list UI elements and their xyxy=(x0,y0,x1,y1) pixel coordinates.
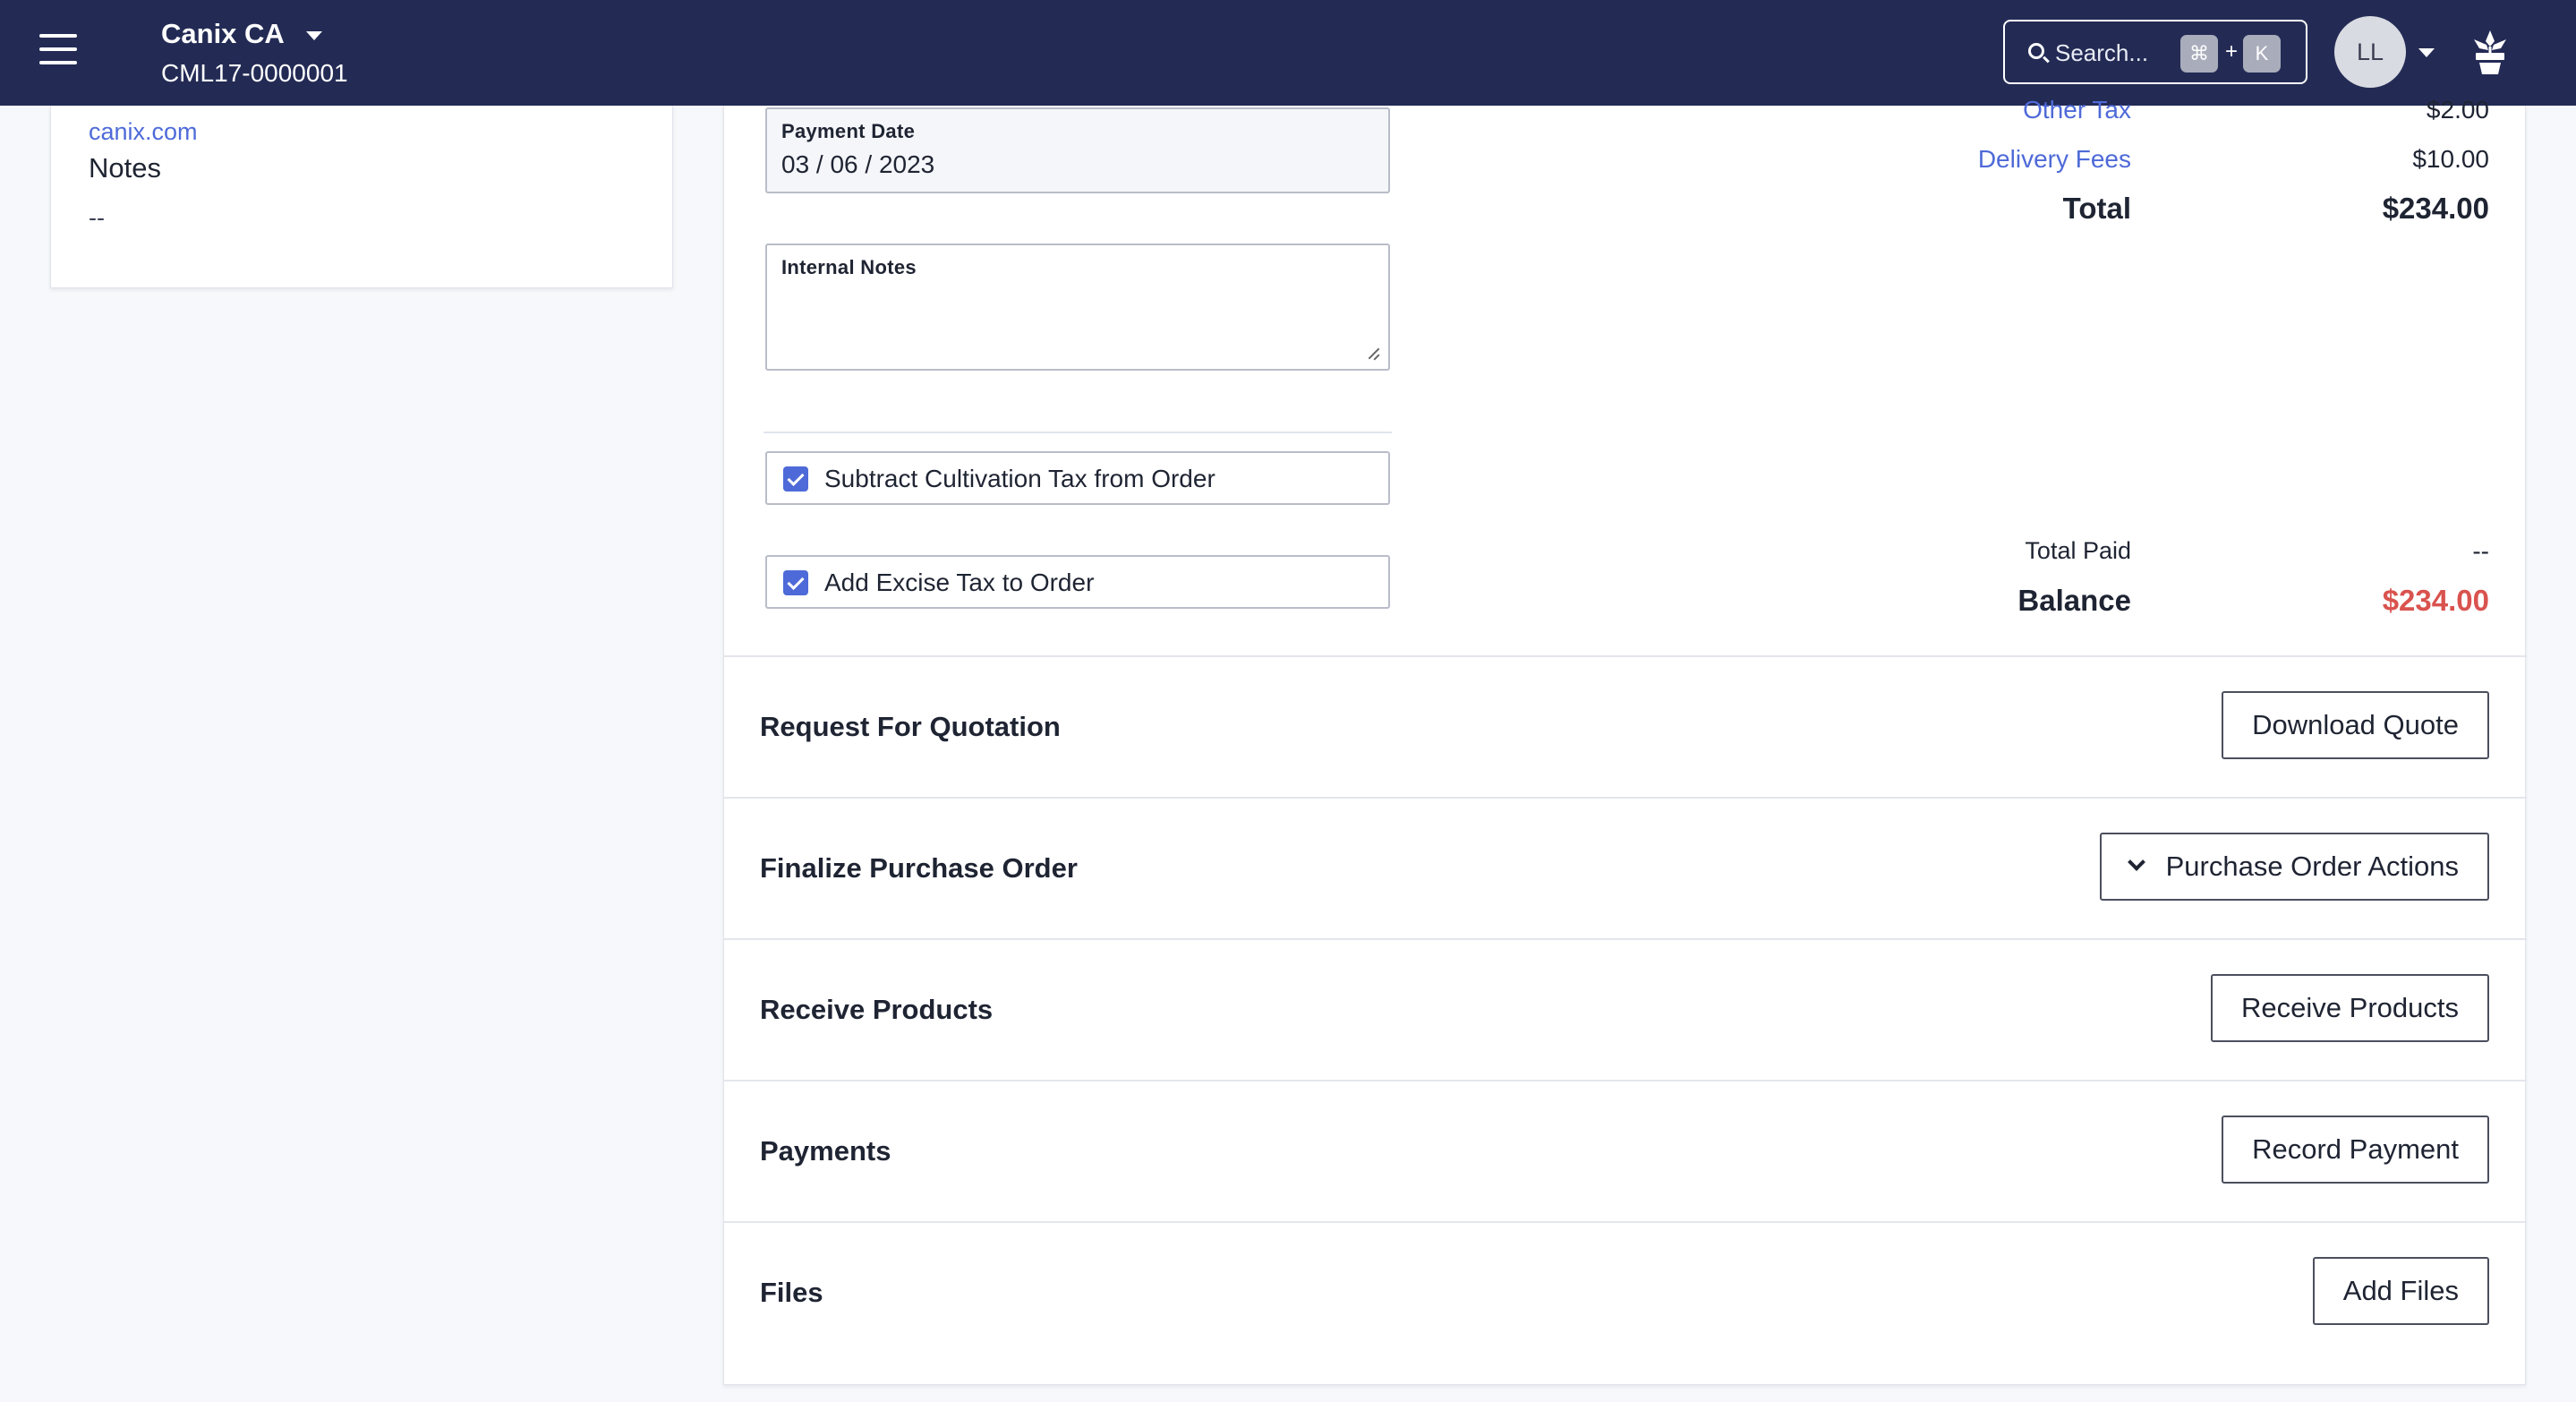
internal-notes-label: Internal Notes xyxy=(781,256,917,278)
hamburger-menu-icon[interactable] xyxy=(39,34,77,64)
payment-date-value[interactable]: 03 / 06 / 2023 xyxy=(781,150,934,179)
search-icon xyxy=(2028,43,2044,59)
receive-products-button[interactable]: Receive Products xyxy=(2211,974,2489,1042)
total-paid-label: Total Paid xyxy=(2025,537,2131,564)
organization-license-id: CML17-0000001 xyxy=(161,59,348,87)
user-avatar[interactable]: LL xyxy=(2334,16,2406,88)
files-title: Files xyxy=(760,1277,823,1308)
internal-notes-textarea[interactable]: Internal Notes xyxy=(765,244,1390,371)
payment-date-label: Payment Date xyxy=(781,120,916,142)
vendor-website-link[interactable]: canix.com xyxy=(89,118,198,146)
add-excise-tax-label: Add Excise Tax to Order xyxy=(824,568,1095,596)
k-key-badge: K xyxy=(2243,35,2281,73)
textarea-resize-handle-icon[interactable] xyxy=(1367,347,1379,360)
user-menu-caret-icon[interactable] xyxy=(2418,48,2435,57)
search-placeholder: Search... xyxy=(2055,39,2149,66)
organization-name[interactable]: Canix CA xyxy=(161,18,285,50)
command-key-badge: ⌘ xyxy=(2180,35,2218,73)
add-excise-tax-checkbox[interactable] xyxy=(783,570,808,595)
top-navigation-bar: Canix CA CML17-0000001 Search... ⌘ + K L… xyxy=(0,0,2576,106)
other-tax-link[interactable]: Other Tax xyxy=(2023,96,2131,124)
finalize-purchase-order-title: Finalize Purchase Order xyxy=(760,852,1078,884)
payments-title: Payments xyxy=(760,1135,891,1167)
balance-label: Balance xyxy=(2017,584,2131,617)
purchase-order-actions-button[interactable]: Purchase Order Actions xyxy=(2099,833,2489,901)
balance-value: $234.00 xyxy=(2382,584,2489,617)
subtract-cultivation-tax-option[interactable]: Subtract Cultivation Tax from Order xyxy=(765,451,1390,505)
canix-plant-logo-icon[interactable] xyxy=(2470,29,2510,75)
subtract-cultivation-tax-checkbox[interactable] xyxy=(783,466,808,492)
add-files-button[interactable]: Add Files xyxy=(2312,1257,2489,1325)
download-quote-button[interactable]: Download Quote xyxy=(2222,691,2489,759)
form-divider xyxy=(763,432,1392,433)
purchase-order-card: Payment Date 03 / 06 / 2023 Internal Not… xyxy=(723,96,2527,1385)
chevron-down-icon xyxy=(2127,853,2145,871)
organization-dropdown-caret-icon[interactable] xyxy=(306,31,322,40)
total-label: Total xyxy=(2062,192,2131,225)
delivery-fees-value: $10.00 xyxy=(2412,145,2489,173)
notes-value: -- xyxy=(89,204,105,231)
section-divider xyxy=(724,1080,2527,1081)
search-box[interactable]: Search... ⌘ + K xyxy=(2003,20,2307,84)
record-payment-button[interactable]: Record Payment xyxy=(2222,1116,2489,1184)
request-for-quotation-title: Request For Quotation xyxy=(760,711,1061,742)
other-tax-value: $2.00 xyxy=(2426,96,2489,124)
subtract-cultivation-tax-label: Subtract Cultivation Tax from Order xyxy=(824,465,1215,492)
total-value: $234.00 xyxy=(2382,192,2489,225)
add-excise-tax-option[interactable]: Add Excise Tax to Order xyxy=(765,555,1390,609)
total-paid-value: -- xyxy=(2472,537,2489,565)
vendor-details-card: canix.com Notes -- xyxy=(50,106,673,288)
notes-heading: Notes xyxy=(89,152,161,184)
purchase-order-actions-label: Purchase Order Actions xyxy=(2165,851,2459,882)
section-divider xyxy=(724,797,2527,799)
shortcut-plus: + xyxy=(2225,39,2239,64)
section-divider xyxy=(724,938,2527,940)
receive-products-title: Receive Products xyxy=(760,994,994,1025)
payment-date-field[interactable]: Payment Date 03 / 06 / 2023 xyxy=(765,107,1390,193)
section-divider xyxy=(724,1221,2527,1223)
section-divider xyxy=(724,655,2527,657)
delivery-fees-link[interactable]: Delivery Fees xyxy=(1978,145,2131,174)
